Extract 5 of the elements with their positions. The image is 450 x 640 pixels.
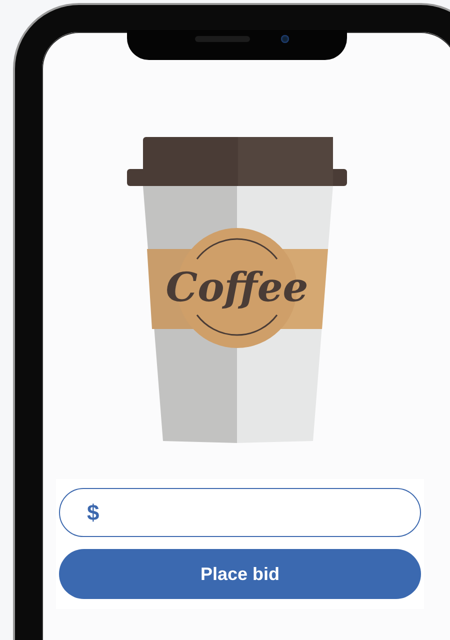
bid-amount-field[interactable]: $ — [59, 488, 421, 537]
dollar-sign: $ — [87, 500, 100, 526]
camera-icon — [281, 35, 289, 43]
coffee-label: Coffee — [166, 264, 308, 311]
place-bid-button[interactable]: Place bid — [59, 549, 421, 599]
